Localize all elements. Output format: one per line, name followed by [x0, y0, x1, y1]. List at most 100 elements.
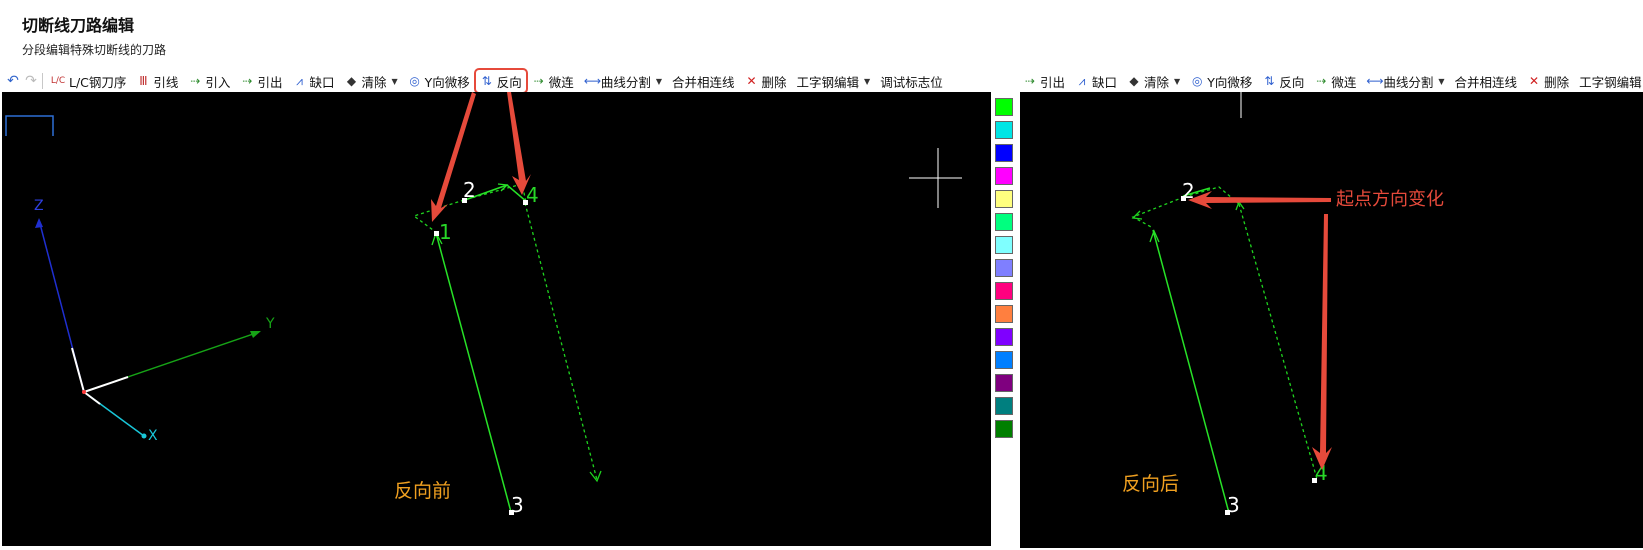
- axis-origin: [82, 390, 86, 394]
- toolbar-button-10[interactable]: 合并相连线: [669, 71, 738, 91]
- toolbar-icon: ⇢: [1316, 74, 1327, 88]
- toolbar-button-9[interactable]: 工字钢编辑▼: [1576, 71, 1643, 91]
- color-swatch[interactable]: [995, 328, 1013, 346]
- toolbar-button-label: 删除: [1544, 74, 1570, 90]
- toolbar-icon: ⩘: [1078, 74, 1086, 88]
- toolpath-dashed-left: [1131, 196, 1185, 229]
- toolbar-icon: ⇢: [533, 74, 544, 88]
- toolbar-button-1[interactable]: ⩘ 缺口: [1072, 71, 1120, 91]
- toolbar-icon: ⇢: [1024, 74, 1036, 88]
- color-swatch[interactable]: [995, 167, 1013, 185]
- chevron-down-icon[interactable]: ▼: [391, 77, 397, 86]
- toolbar-button-label: 引入: [205, 74, 231, 90]
- redo-icon[interactable]: ↷: [22, 71, 40, 91]
- chevron-down-icon[interactable]: ▼: [864, 77, 870, 86]
- toolbar-button-label: 反向: [496, 74, 522, 90]
- cad-canvas[interactable]: Z Y X 1 2 3 4 反向前: [2, 92, 991, 546]
- toolbar-button-label: Y向微移: [1207, 74, 1253, 90]
- color-swatch[interactable]: [995, 236, 1013, 254]
- point-label-4: 4: [526, 183, 539, 207]
- color-swatch[interactable]: [995, 190, 1013, 208]
- color-swatch[interactable]: [995, 351, 1013, 369]
- point-label-1: 1: [439, 220, 452, 244]
- toolbar-button-label: 微连: [548, 74, 574, 90]
- toolbar-button-label: 缺口: [1092, 74, 1118, 90]
- toolbar-icon: ✕: [746, 74, 757, 88]
- toolbar-icon: ⇅: [481, 74, 492, 88]
- toolbar-button-2[interactable]: ◆ 清除 ▼: [1124, 71, 1183, 91]
- color-swatch[interactable]: [995, 420, 1013, 438]
- after-reverse-panel: ⇢ 引出 ⩘ 缺口 ◆ 清除 ▼ ◎ Y向微移 ⇅ 反向 ⇢ 微连 ⟷ 曲线分割 ▼ 合并相连线 ✕ 删除 工字钢编辑…: [1020, 0, 1643, 550]
- undo-icon[interactable]: ↶: [4, 71, 22, 91]
- toolbar-button-0[interactable]: ⇢ 引出: [1020, 71, 1068, 91]
- toolbar-button-11[interactable]: ✕ 删除: [742, 71, 790, 91]
- toolbar-icon: ✕: [1529, 74, 1540, 88]
- annotation-start-direction-changed: 起点方向变化: [1336, 189, 1444, 210]
- toolbar-button-1[interactable]: Ⅲ 引线: [133, 71, 181, 91]
- toolbar-button-label: 合并相连线: [1454, 74, 1518, 90]
- toolpath-dashed-right: [524, 202, 598, 481]
- toolbar-button-5[interactable]: ◆ 清除 ▼: [341, 71, 400, 91]
- toolbar-button-0[interactable]: L/C L/C钢刀序: [47, 71, 129, 91]
- toolbar-button-6[interactable]: ⟷ 曲线分割 ▼: [1363, 71, 1447, 91]
- toolbar-button-4[interactable]: ⇅ 反向: [1259, 71, 1307, 91]
- toolbar-button-label: 清除: [361, 74, 387, 90]
- toolbar-button-4[interactable]: ⩘ 缺口: [289, 71, 337, 91]
- toolbar-button-label: 微连: [1331, 74, 1357, 90]
- color-swatch[interactable]: [995, 121, 1013, 139]
- cad-canvas[interactable]: Y 2 3 4 起点方向变化 反向后: [1020, 92, 1643, 548]
- toolpath-dashed-right: [1238, 203, 1318, 480]
- toolbar-button-6[interactable]: ◎ Y向微移: [405, 71, 473, 91]
- toolbar-button-8[interactable]: ⇢ 微连: [529, 71, 577, 91]
- toolbar-button-label: 反向: [1279, 74, 1305, 90]
- viewport-corner-marker: [5, 115, 54, 136]
- toolbar-button-12[interactable]: 工字钢编辑 ▼: [794, 71, 874, 91]
- color-swatch[interactable]: [995, 397, 1013, 415]
- toolbar-button-label: 引出: [257, 74, 283, 90]
- toolbar-icon: ⇅: [1264, 74, 1275, 88]
- color-swatch[interactable]: [995, 144, 1013, 162]
- toolpath-solid-left: [1152, 229, 1230, 514]
- point-label-3: 3: [1227, 493, 1240, 517]
- toolpath-solid-left: [435, 232, 512, 513]
- color-swatch[interactable]: [995, 282, 1013, 300]
- toolbar-button-label: 合并相连线: [671, 74, 735, 90]
- toolbar-separator: [42, 73, 43, 89]
- color-swatch[interactable]: [995, 259, 1013, 277]
- toolbar-button-7[interactable]: 合并相连线: [1452, 71, 1521, 91]
- toolbar-icon: Ⅲ: [139, 74, 148, 88]
- toolbar-button-label: 缺口: [309, 74, 335, 90]
- toolbar-button-label: 引线: [153, 74, 179, 90]
- x-axis-end-dot: [141, 433, 147, 439]
- toolbar-icon: L/C: [50, 76, 66, 86]
- toolbar-button-label: L/C钢刀序: [69, 74, 127, 90]
- toolbar-button-label: 调试标志位: [880, 74, 943, 90]
- toolbar-button-label: 删除: [761, 74, 787, 90]
- toolbar: ↶ ↷ L/C L/C钢刀序 Ⅲ 引线 ⇢ 引入 ⇢ 引出 ⩘ 缺口 ◆ 清除 ▼ ◎ Y向微移 ⇅ 反向 ⇢ 微连…: [4, 68, 950, 94]
- color-swatch[interactable]: [995, 374, 1013, 392]
- toolbar-icon: ◆: [1129, 74, 1139, 88]
- x-axis-label: X: [148, 428, 158, 444]
- color-swatch[interactable]: [995, 305, 1013, 323]
- toolbar-button-3[interactable]: ⇢ 引出: [237, 71, 285, 91]
- color-swatch[interactable]: [995, 98, 1013, 116]
- y-axis-label: Y: [265, 316, 275, 332]
- y-axis-origin-segment: [83, 376, 129, 393]
- toolbar-button-8[interactable]: ✕ 删除: [1524, 71, 1572, 91]
- caption-after-reverse: 反向后: [1122, 473, 1179, 495]
- toolbar-button-5[interactable]: ⇢ 微连: [1311, 71, 1359, 91]
- toolbar-button-9[interactable]: ⟷ 曲线分割 ▼: [581, 71, 665, 91]
- annotation-arrow-to-node-4: [507, 92, 531, 195]
- chevron-down-icon[interactable]: ▼: [1438, 77, 1444, 86]
- toolbar-button-label: 工字钢编辑: [1579, 74, 1642, 90]
- toolbar-button-2[interactable]: ⇢ 引入: [185, 71, 233, 91]
- toolbar-button-7[interactable]: ⇅ 反向: [473, 68, 528, 94]
- toolbar: ⇢ 引出 ⩘ 缺口 ◆ 清除 ▼ ◎ Y向微移 ⇅ 反向 ⇢ 微连 ⟷ 曲线分割 ▼ 合并相连线 ✕ 删除 工字钢编辑…: [1020, 70, 1643, 92]
- color-swatch[interactable]: [995, 213, 1013, 231]
- chevron-down-icon[interactable]: ▼: [656, 77, 662, 86]
- chevron-down-icon[interactable]: ▼: [1174, 77, 1180, 86]
- toolbar-button-3[interactable]: ◎ Y向微移: [1187, 71, 1255, 91]
- toolbar-button-13[interactable]: 调试标志位: [877, 71, 946, 91]
- point-label-2: 2: [463, 178, 476, 202]
- toolbar-button-label: 工字钢编辑: [796, 74, 860, 90]
